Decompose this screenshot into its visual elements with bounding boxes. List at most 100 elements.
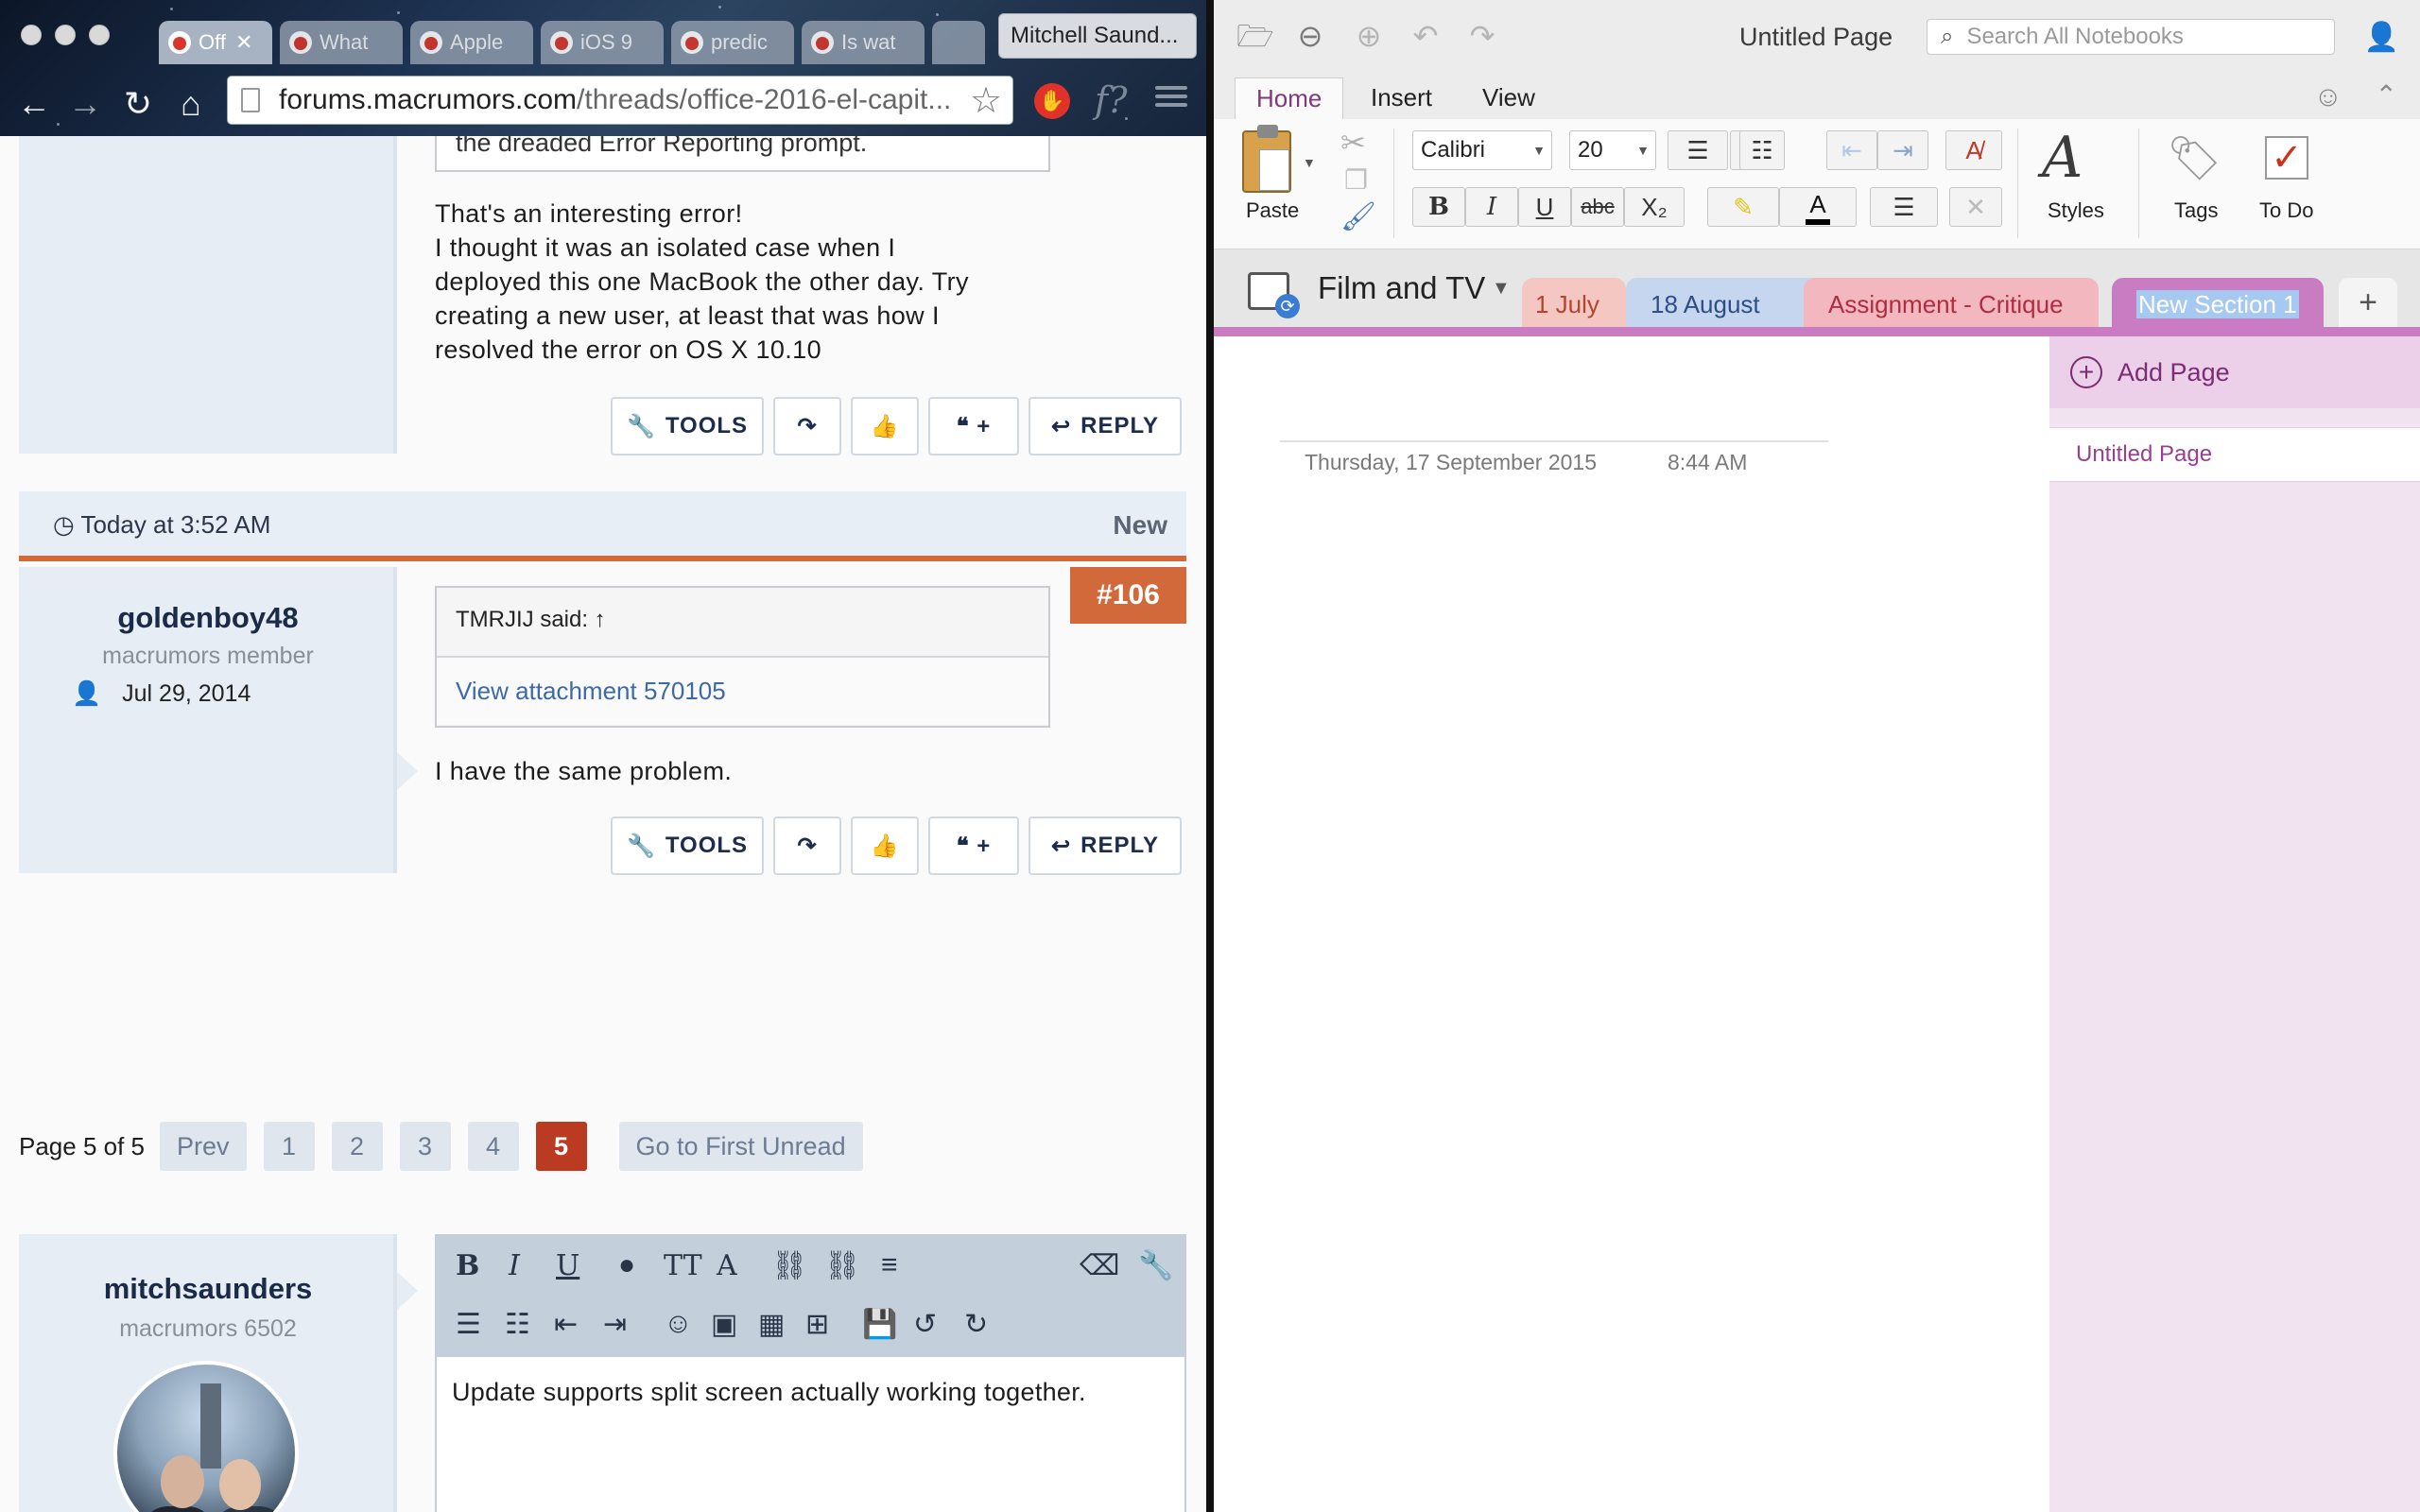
cut-icon[interactable]: ✂ — [1340, 125, 1366, 161]
font-name-select[interactable]: Calibri ▼ — [1412, 130, 1552, 170]
decrease-indent-button[interactable]: ⇤ — [1826, 130, 1877, 170]
forward-arrow-icon[interactable]: → — [66, 85, 104, 123]
styles-label[interactable]: Styles — [2048, 198, 2104, 223]
adblock-extension-icon[interactable]: ✋ — [1034, 83, 1070, 119]
numbering-button[interactable]: ☷ — [1739, 130, 1785, 170]
page-link-current[interactable]: 5 — [535, 1122, 587, 1171]
quote-author[interactable]: TMRJIJ said: ↑ — [437, 588, 1048, 658]
link-icon[interactable]: ⛓ — [771, 1249, 807, 1282]
page-link[interactable]: 2 — [331, 1122, 383, 1171]
paste-label[interactable]: Paste — [1246, 198, 1299, 223]
browser-tab-active[interactable]: Off ✕ — [159, 21, 272, 64]
bold-icon[interactable]: B — [456, 1249, 479, 1282]
window-minimize-button[interactable] — [55, 25, 76, 45]
paste-dropdown-icon[interactable]: ▼ — [1303, 155, 1316, 170]
browser-tab[interactable]: Apple — [410, 21, 533, 64]
section-rename-field[interactable]: New Section 1 — [2136, 290, 2299, 318]
todo-checkbox-icon[interactable]: ✓ — [2265, 136, 2308, 180]
tab-view[interactable]: View — [1461, 77, 1556, 119]
eraser-icon[interactable]: ⌫ — [1080, 1249, 1119, 1282]
section-tab-active[interactable]: New Section 1 — [2112, 278, 2324, 331]
new-tab-button[interactable] — [932, 21, 985, 64]
section-tab[interactable]: 1 July — [1522, 278, 1626, 331]
post-number[interactable]: #106 — [1070, 567, 1186, 624]
window-zoom-button[interactable] — [89, 25, 110, 45]
share-button[interactable]: ↷ — [773, 397, 841, 455]
home-icon[interactable]: ⌂ — [172, 85, 210, 123]
browser-tab[interactable]: iOS 9 — [541, 21, 664, 64]
page-title-field[interactable] — [1280, 440, 1828, 442]
collapse-ribbon-icon[interactable]: ⌃ — [2376, 79, 2397, 111]
delete-button[interactable]: ✕ — [1949, 187, 2002, 227]
page-link[interactable]: 4 — [467, 1122, 519, 1171]
prev-page-button[interactable]: Prev — [160, 1122, 247, 1171]
tag-icon[interactable]: 🏷 — [2167, 132, 2221, 184]
indent-icon[interactable]: ⇥ — [603, 1308, 627, 1341]
reply-editor[interactable]: B I U ● TT A ⛓ ⛓ ≡ ⌫ 🔧 ☰ ☷ ⇤ ⇥ ☺ ▣ ▦ ⊞ 💾 — [435, 1234, 1186, 1512]
address-bar[interactable]: forums.macrumors.com/threads/office-2016… — [227, 76, 1013, 125]
unlink-icon[interactable]: ⛓ — [824, 1249, 860, 1282]
editor-content[interactable]: Update supports split screen actually wo… — [452, 1378, 1086, 1407]
notebook-dropdown-icon[interactable]: ▼ — [1492, 278, 1511, 300]
subscript-button[interactable]: X₂ — [1624, 187, 1685, 227]
paste-icon[interactable] — [1242, 125, 1291, 193]
bullets-button[interactable]: ☰ — [1668, 130, 1728, 170]
like-button[interactable]: 👍 — [851, 816, 919, 875]
like-button[interactable]: 👍 — [851, 397, 919, 455]
multiquote-button[interactable]: ❝ + — [928, 397, 1019, 455]
tools-button[interactable]: 🔧 TOOLS — [611, 397, 764, 455]
profile-button[interactable]: Mitchell Saund... — [998, 13, 1197, 59]
forward-icon[interactable]: ⊕ — [1352, 19, 1386, 53]
post-date[interactable]: ◷ Today at 3:52 AM — [53, 510, 270, 540]
font-icon[interactable]: A — [717, 1249, 737, 1282]
share-user-icon[interactable]: 👤 — [2364, 21, 2399, 54]
strikethrough-button[interactable]: abc — [1571, 187, 1624, 227]
attachment-link[interactable]: View attachment 570105 — [437, 658, 1048, 725]
page-link[interactable]: 3 — [399, 1122, 451, 1171]
bookmark-star-icon[interactable]: ☆ — [970, 79, 1002, 122]
page-link[interactable]: 1 — [263, 1122, 315, 1171]
increase-indent-button[interactable]: ⇥ — [1877, 130, 1928, 170]
outdent-icon[interactable]: ⇤ — [554, 1308, 578, 1341]
clear-formatting-button[interactable]: A̸ — [1945, 130, 2002, 170]
font-size-select[interactable]: 20 ▼ — [1569, 130, 1656, 170]
image-icon[interactable]: ▣ — [711, 1308, 737, 1341]
redo-icon[interactable]: ↻ — [964, 1308, 988, 1341]
section-tab[interactable]: 18 August — [1626, 278, 1823, 331]
highlight-button[interactable]: ✎ — [1707, 187, 1779, 227]
insert-icon[interactable]: ⊞ — [805, 1308, 829, 1341]
section-tab[interactable]: Assignment - Critique — [1804, 278, 2099, 331]
undo-icon[interactable]: ↶ — [1409, 19, 1443, 53]
add-section-button[interactable]: + — [2339, 278, 2397, 327]
bold-button[interactable]: B — [1412, 187, 1465, 227]
tools-button[interactable]: 🔧 TOOLS — [611, 816, 764, 875]
underline-icon[interactable]: U — [556, 1249, 579, 1282]
back-icon[interactable]: ⊖ — [1293, 19, 1327, 53]
italic-icon[interactable]: I — [509, 1249, 520, 1282]
first-unread-button[interactable]: Go to First Unread — [618, 1122, 863, 1171]
redo-icon[interactable]: ↷ — [1465, 19, 1499, 53]
search-input[interactable]: ⌕ Search All Notebooks — [1927, 19, 2335, 55]
browser-menu-icon[interactable] — [1155, 81, 1187, 113]
reply-button[interactable]: ↩ REPLY — [1028, 816, 1182, 875]
styles-icon[interactable]: A — [2042, 125, 2083, 191]
reload-icon[interactable]: ↻ — [119, 85, 157, 123]
browser-tab[interactable]: What — [280, 21, 403, 64]
media-icon[interactable]: ▦ — [758, 1308, 785, 1341]
copy-icon[interactable]: ❐ — [1344, 164, 1368, 196]
text-size-icon[interactable]: TT — [664, 1249, 702, 1282]
back-arrow-icon[interactable]: ← — [15, 85, 53, 123]
tags-label[interactable]: Tags — [2174, 198, 2218, 223]
reply-button[interactable]: ↩ REPLY — [1028, 397, 1182, 455]
text-color-icon[interactable]: ● — [618, 1249, 635, 1281]
save-draft-icon[interactable]: 💾 — [862, 1308, 897, 1341]
todo-label[interactable]: To Do — [2259, 198, 2313, 223]
tab-home[interactable]: Home — [1235, 77, 1344, 119]
share-button[interactable]: ↷ — [773, 816, 841, 875]
page-canvas[interactable]: Thursday, 17 September 2015 8:44 AM — [1214, 336, 2049, 1512]
underline-button[interactable]: U — [1518, 187, 1571, 227]
browser-tab[interactable]: predic — [671, 21, 794, 64]
font-color-button[interactable]: A — [1779, 187, 1857, 227]
wrench-icon[interactable]: 🔧 — [1138, 1249, 1173, 1282]
align-button[interactable]: ☰ — [1870, 187, 1938, 227]
